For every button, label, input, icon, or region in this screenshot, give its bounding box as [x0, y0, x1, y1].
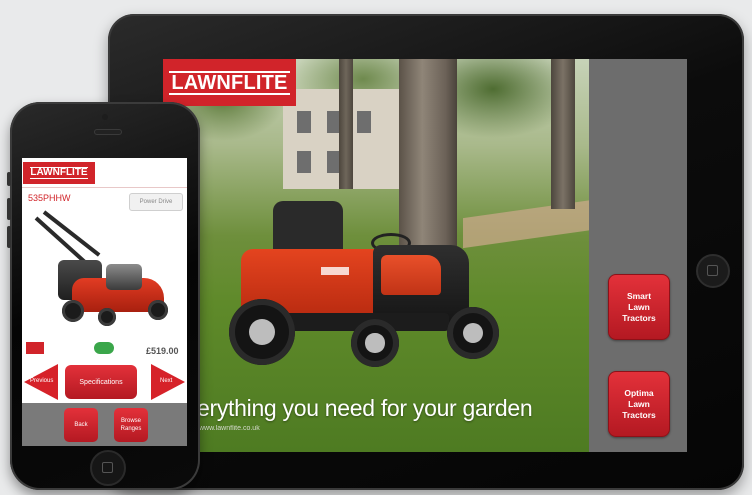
lawnflite-logo: LAWNFLITE — [163, 59, 296, 106]
tablet-screen: LAWNFLITE erything you need for your gar… — [163, 59, 687, 452]
smart-lawn-tractors-button[interactable]: Smart Lawn Tractors — [608, 274, 670, 340]
browse-ranges-button[interactable]: Browse Ranges — [114, 408, 148, 442]
tablet-home-button[interactable] — [696, 254, 730, 288]
front-camera — [102, 114, 108, 120]
phone-home-button[interactable] — [90, 450, 126, 486]
logo-text: LAWNFLITE — [30, 167, 88, 179]
volume-down-button[interactable] — [7, 226, 11, 248]
optima-lawn-tractors-button[interactable]: Optima Lawn Tractors — [608, 371, 670, 437]
volume-up-button[interactable] — [7, 198, 11, 220]
front-wheel — [351, 319, 399, 367]
lawn-tractor-image — [201, 201, 501, 371]
product-nav: Previous Specifications Next — [22, 361, 187, 403]
product-model: 535PHHW — [28, 193, 71, 203]
specifications-button[interactable]: Specifications — [65, 365, 137, 399]
mute-switch[interactable] — [7, 172, 11, 186]
header-divider — [22, 187, 187, 188]
mower-engine — [106, 264, 142, 290]
mower-wheel — [62, 300, 84, 322]
engine-brand-icon — [50, 343, 78, 353]
hero-image: LAWNFLITE erything you need for your gar… — [163, 59, 589, 452]
lawn-mower-image — [32, 208, 182, 338]
lawnflite-logo: LAWNFLITE — [23, 162, 95, 184]
previous-label: Previous — [30, 378, 54, 384]
mower-wheel — [148, 300, 168, 320]
tractor-decal — [321, 267, 349, 275]
tractor-hood-panel — [381, 255, 441, 295]
range-side-panel: Smart Lawn Tractors Optima Lawn Tractors — [589, 59, 687, 452]
phone-footer: Back Browse Ranges — [22, 403, 187, 446]
next-label: Next — [160, 378, 173, 384]
mower-wheel — [98, 308, 116, 326]
tree-trunk — [339, 59, 353, 189]
phone-screen: LAWNFLITE 535PHHW Power Drive £519.00 Pr… — [22, 158, 187, 446]
badge-icon — [26, 342, 44, 354]
rear-wheel — [229, 299, 295, 365]
front-wheel — [447, 307, 499, 359]
hero-tagline: erything you need for your garden — [197, 395, 533, 421]
earpiece-speaker — [94, 129, 122, 135]
tractor-seat — [273, 201, 343, 253]
website-url: www.lawnflite.co.uk — [199, 425, 260, 432]
back-button[interactable]: Back — [64, 408, 98, 442]
tree-trunk — [551, 59, 575, 209]
badge-icon — [94, 342, 114, 354]
logo-text: LAWNFLITE — [169, 70, 290, 95]
product-price: £519.00 — [146, 346, 179, 356]
